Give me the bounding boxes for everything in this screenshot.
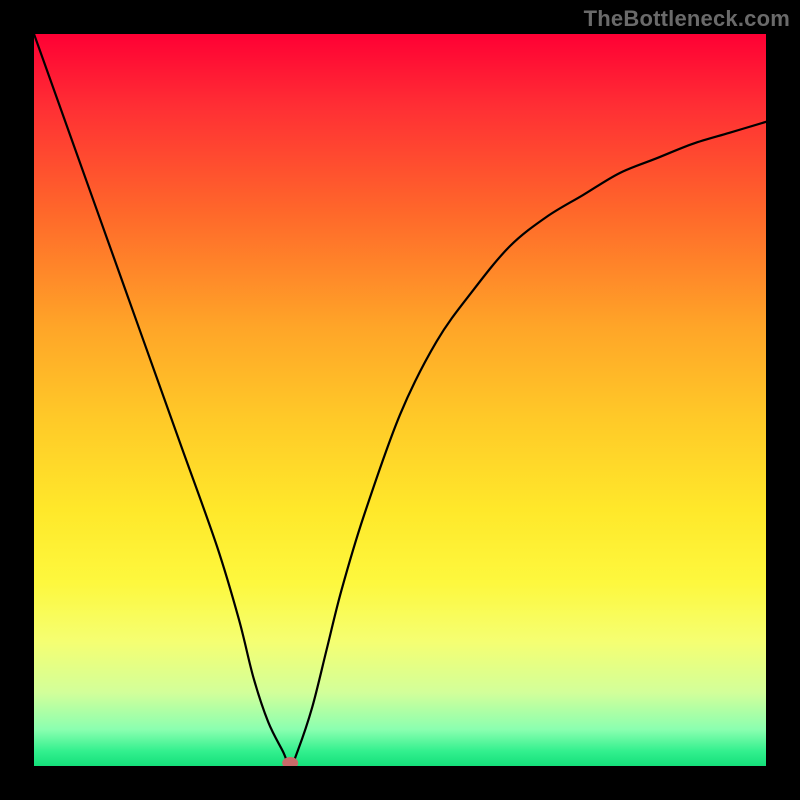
- bottleneck-curve: [34, 34, 766, 766]
- chart-frame: TheBottleneck.com: [0, 0, 800, 800]
- watermark-text: TheBottleneck.com: [584, 6, 790, 32]
- curve-svg: [34, 34, 766, 766]
- plot-area: [34, 34, 766, 766]
